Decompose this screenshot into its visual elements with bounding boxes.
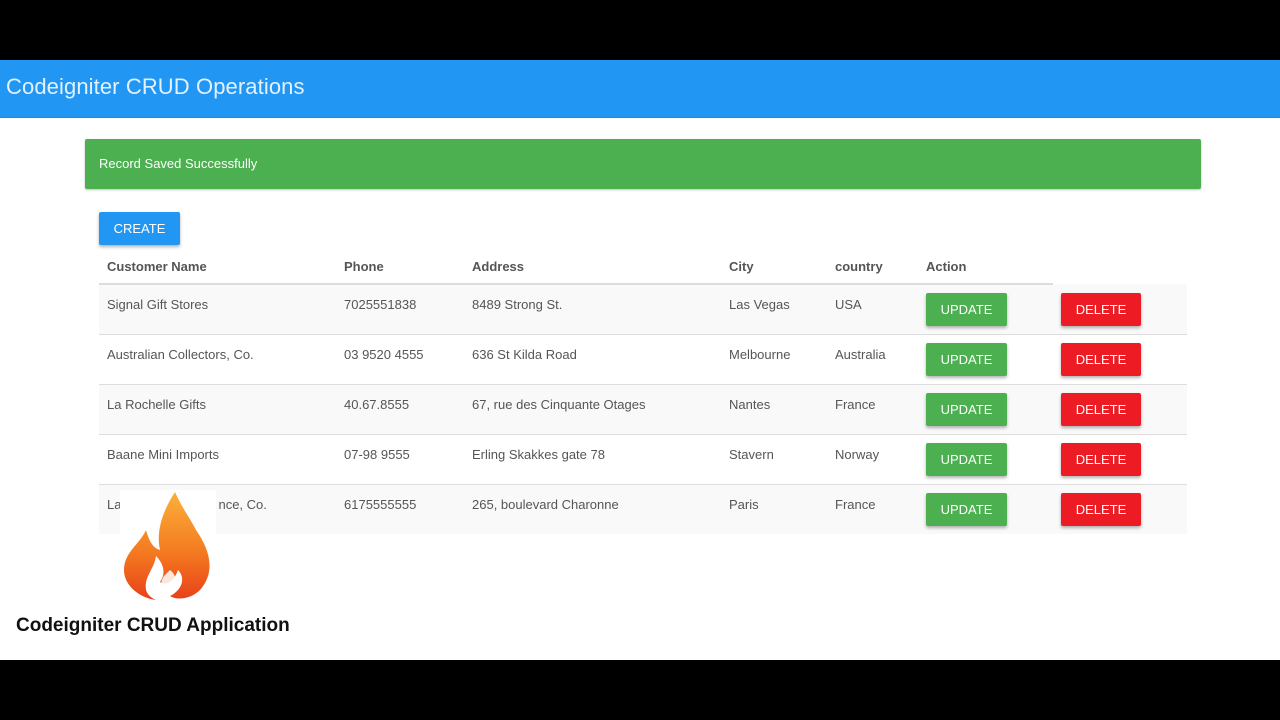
success-alert: Record Saved Successfully <box>85 139 1201 189</box>
cell-address: 8489 Strong St. <box>472 297 563 312</box>
cell-customer-name: Australian Collectors, Co. <box>107 347 254 362</box>
navbar-brand[interactable]: Codeigniter CRUD Operations <box>6 74 305 100</box>
table-row: La nce, Co. 6175555555 265, boulevard Cha… <box>99 484 1187 534</box>
delete-button[interactable]: DELETE <box>1061 393 1141 426</box>
delete-button[interactable]: DELETE <box>1061 493 1141 526</box>
cell-country: France <box>835 497 876 512</box>
header-city: City <box>721 249 827 285</box>
cell-city: Las Vegas <box>729 297 790 312</box>
update-button[interactable]: UPDATE <box>926 443 1007 476</box>
create-button[interactable]: CREATE <box>99 212 180 245</box>
update-button[interactable]: UPDATE <box>926 393 1007 426</box>
caption-text: Codeigniter CRUD Application <box>16 615 290 636</box>
table-row: La Rochelle Gifts 40.67.8555 67, rue des… <box>99 384 1187 435</box>
header-action: Action <box>918 249 1053 285</box>
table-row: Baane Mini Imports 07-98 9555 Erling Ska… <box>99 434 1187 485</box>
cell-customer-name: Baane Mini Imports <box>107 447 219 462</box>
cell-address: 67, rue des Cinquante Otages <box>472 397 646 412</box>
cell-address: Erling Skakkes gate 78 <box>472 447 605 462</box>
table-header-row: Customer Name Phone Address City country… <box>99 249 1187 285</box>
alert-message: Record Saved Successfully <box>99 156 258 171</box>
cell-city: Paris <box>729 497 759 512</box>
update-button[interactable]: UPDATE <box>926 293 1007 326</box>
cell-phone: 40.67.8555 <box>344 397 410 412</box>
flame-svg <box>124 492 210 600</box>
cell-customer-name: Signal Gift Stores <box>107 297 209 312</box>
cell-customer-name: La Rochelle Gifts <box>107 397 206 412</box>
header-address: Address <box>464 249 721 285</box>
delete-button[interactable]: DELETE <box>1061 443 1141 476</box>
header-country: country <box>827 249 918 285</box>
header-phone: Phone <box>336 249 464 285</box>
cell-phone: 6175555555 <box>344 497 417 512</box>
navbar: Codeigniter CRUD Operations <box>0 60 1280 118</box>
customers-table: Customer Name Phone Address City country… <box>99 249 1187 534</box>
header-action-extra <box>1053 249 1187 284</box>
cell-city: Nantes <box>729 397 771 412</box>
update-button[interactable]: UPDATE <box>926 493 1007 526</box>
table-row: Australian Collectors, Co. 03 9520 4555 … <box>99 334 1187 385</box>
codeigniter-flame-icon <box>120 490 216 602</box>
cell-phone: 07-98 9555 <box>344 447 410 462</box>
cell-address: 636 St Kilda Road <box>472 347 577 362</box>
page: Codeigniter CRUD Operations Record Saved… <box>0 60 1280 660</box>
cell-customer-name-end: nce, Co. <box>218 497 267 512</box>
delete-button[interactable]: DELETE <box>1061 343 1141 376</box>
cell-phone: 7025551838 <box>344 297 417 312</box>
update-button[interactable]: UPDATE <box>926 343 1007 376</box>
cell-city: Stavern <box>729 447 774 462</box>
cell-address: 265, boulevard Charonne <box>472 497 619 512</box>
cell-country: Norway <box>835 447 880 462</box>
header-customer-name: Customer Name <box>99 249 336 285</box>
cell-country: Australia <box>835 347 886 362</box>
cell-phone: 03 9520 4555 <box>344 347 424 362</box>
cell-country: USA <box>835 297 862 312</box>
table-row: Signal Gift Stores 7025551838 8489 Stron… <box>99 284 1187 335</box>
cell-country: France <box>835 397 876 412</box>
cell-city: Melbourne <box>729 347 791 362</box>
delete-button[interactable]: DELETE <box>1061 292 1141 326</box>
